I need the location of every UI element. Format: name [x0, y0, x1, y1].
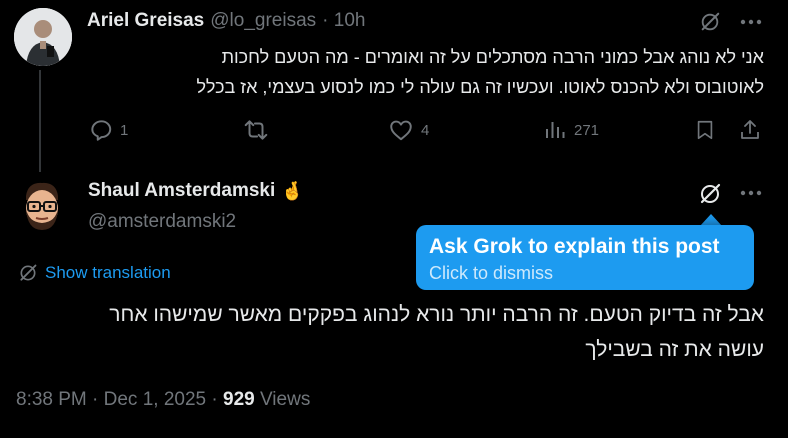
- views-chart-icon: [546, 122, 565, 138]
- main-author-avatar[interactable]: [14, 178, 70, 234]
- grok-tooltip[interactable]: Ask Grok to explain this post Click to d…: [416, 225, 754, 290]
- more-options-icon[interactable]: [738, 181, 764, 205]
- post-timestamp[interactable]: 8:38 PM · Dec 1, 2025 ·: [16, 389, 223, 410]
- post-metadata: 8:38 PM · Dec 1, 2025 · 929 Views: [16, 389, 310, 411]
- grok-icon: [20, 264, 37, 281]
- parent-post-time[interactable]: · 10h: [322, 10, 365, 32]
- share-icon[interactable]: [737, 117, 763, 143]
- main-post-text-line: עושה את זה בשבילך: [585, 338, 764, 361]
- parent-author-avatar[interactable]: [14, 8, 72, 66]
- reply-icon: [91, 120, 112, 141]
- reply-count: 1: [120, 121, 129, 139]
- thread-connector-line: [39, 70, 41, 172]
- views-label: Views: [254, 389, 311, 410]
- crossed-fingers-emoji: 🤞: [281, 180, 304, 201]
- views-button[interactable]: 271: [543, 117, 599, 143]
- main-post-text-line: אבל זה בדיוק הטעם. זה הרבה יותר נורא לנה…: [109, 303, 764, 326]
- main-author-name[interactable]: Shaul Amsterdamski: [88, 180, 275, 202]
- view-count: 271: [574, 121, 600, 139]
- repost-button[interactable]: [243, 117, 275, 143]
- parent-post-header: Ariel Greisas @lo_greisas · 10h: [87, 10, 365, 32]
- main-author-handle[interactable]: @amsterdamski2: [88, 211, 236, 233]
- parent-post-text-line: לאוטובוס ולא להכנס לאוטו. ועכשיו זה גם ע…: [196, 77, 764, 97]
- like-button[interactable]: 4: [388, 117, 429, 143]
- repost-icon: [244, 120, 268, 140]
- show-translation-link[interactable]: Show translation: [18, 263, 171, 283]
- grok-icon[interactable]: [698, 10, 722, 34]
- reply-button[interactable]: 1: [88, 117, 128, 143]
- like-count: 4: [421, 121, 430, 139]
- show-translation-label: Show translation: [45, 263, 171, 282]
- views-count: 929: [223, 389, 255, 410]
- grok-icon[interactable]: [697, 181, 723, 207]
- main-post-header: Shaul Amsterdamski 🤞: [88, 180, 304, 202]
- parent-post-text: אני לא נוהג אבל כמוני הרבה מסתכלים על זה…: [88, 42, 764, 102]
- parent-author-handle[interactable]: @lo_greisas: [210, 10, 316, 32]
- parent-post-text-line: אני לא נוהג אבל כמוני הרבה מסתכלים על זה…: [221, 47, 764, 67]
- more-options-icon[interactable]: [738, 10, 764, 34]
- bookmark-icon[interactable]: [692, 117, 718, 143]
- grok-tooltip-title: Ask Grok to explain this post: [429, 235, 720, 258]
- grok-tooltip-dismiss[interactable]: Click to dismiss: [429, 263, 741, 284]
- main-post-text: אבל זה בדיוק הטעם. זה הרבה יותר נורא לנה…: [14, 297, 764, 367]
- parent-author-name[interactable]: Ariel Greisas: [87, 10, 204, 32]
- heart-icon: [390, 120, 412, 141]
